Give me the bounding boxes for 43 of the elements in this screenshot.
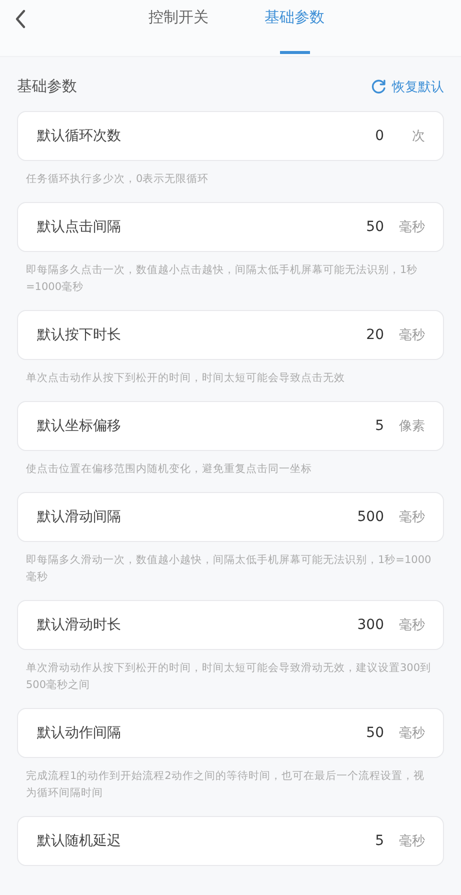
parameter-hint: 使点击位置在偏移范围内随机变化，避免重复点击同一坐标 <box>25 462 313 477</box>
parameter-value[interactable]: 0 <box>375 128 384 144</box>
parameter-unit: 毫秒 <box>399 219 425 236</box>
parameter-unit: 像素 <box>399 418 425 435</box>
parameter-row[interactable]: 默认循环次数 0 次 <box>17 111 444 161</box>
parameter-row[interactable]: 默认坐标偏移 5 像素 <box>17 401 444 451</box>
parameter-unit: 毫秒 <box>399 509 425 526</box>
parameter-unit: 毫秒 <box>399 327 425 344</box>
parameter-label: 默认滑动时长 <box>37 616 122 634</box>
parameter-label: 默认点击间隔 <box>37 218 122 236</box>
parameter-label: 默认滑动间隔 <box>37 508 122 526</box>
parameter-value[interactable]: 50 <box>366 725 384 741</box>
parameter-hint: 单次点击动作从按下到松开的时间，时间太短可能会导致点击无效 <box>25 371 346 386</box>
parameter-hint: 单次滑动动作从按下到松开的时间，时间太短可能会导致滑动无效，建议设置300到500毫秒之间 <box>25 661 432 693</box>
back-icon[interactable] <box>14 9 26 29</box>
parameter-row[interactable]: 默认按下时长 20 毫秒 <box>17 310 444 360</box>
parameter-label: 默认按下时长 <box>37 326 122 344</box>
parameter-hint: 完成流程1的动作到开始流程2动作之间的等待时间，也可在最后一个流程设置，视为循环间隔时间 <box>25 769 426 801</box>
parameter-row[interactable]: 默认随机延迟 5 毫秒 <box>17 816 444 866</box>
parameter-unit: 毫秒 <box>399 617 425 634</box>
parameter-label: 默认动作间隔 <box>37 724 122 742</box>
parameter-label: 默认随机延迟 <box>37 832 122 850</box>
parameter-value[interactable]: 20 <box>366 327 384 343</box>
parameter-value[interactable]: 5 <box>375 418 384 434</box>
refresh-icon <box>370 78 387 95</box>
section-title: 基础参数 <box>17 77 77 96</box>
parameter-value[interactable]: 50 <box>366 219 384 235</box>
parameter-value[interactable]: 5 <box>375 833 384 849</box>
parameter-unit: 次 <box>411 128 425 145</box>
parameter-unit: 毫秒 <box>399 833 425 850</box>
parameter-hint: 即每隔多久滑动一次，数值越小越快，间隔太低手机屏幕可能无法识别，1秒=1000毫秒 <box>25 553 432 585</box>
parameter-label: 默认坐标偏移 <box>37 417 122 435</box>
parameter-hint: 即每隔多久点击一次，数值越小点击越快，间隔太低手机屏幕可能无法识别，1秒=1000毫秒 <box>25 263 419 295</box>
parameter-value[interactable]: 300 <box>357 617 384 633</box>
parameter-row[interactable]: 默认滑动间隔 500 毫秒 <box>17 492 444 542</box>
parameter-row[interactable]: 默认动作间隔 50 毫秒 <box>17 708 444 758</box>
parameter-unit: 毫秒 <box>399 725 425 742</box>
parameter-value[interactable]: 500 <box>357 509 384 525</box>
parameter-row[interactable]: 默认点击间隔 50 毫秒 <box>17 202 444 252</box>
parameter-label: 默认循环次数 <box>37 127 122 145</box>
tab[interactable]: 控制开关 <box>142 0 214 54</box>
parameter-hint: 任务循环执行多少次，0表示无限循环 <box>25 172 210 187</box>
parameter-row[interactable]: 默认滑动时长 300 毫秒 <box>17 600 444 650</box>
